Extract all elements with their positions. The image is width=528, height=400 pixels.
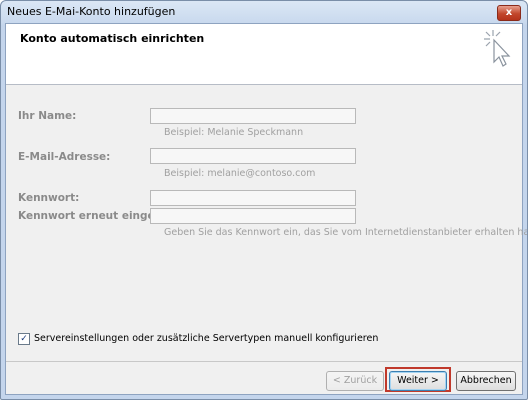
email-hint: Beispiel: melanie@contoso.com xyxy=(164,168,316,179)
email-input[interactable] xyxy=(150,148,356,164)
name-input[interactable] xyxy=(150,108,356,124)
close-button[interactable]: x xyxy=(497,5,521,21)
cursor-click-icon xyxy=(484,30,511,67)
name-label: Ihr Name: xyxy=(18,110,77,122)
dialog-body: Konto automatisch einrichten Ihr Name: B… xyxy=(5,23,527,395)
password-input[interactable] xyxy=(150,190,356,206)
back-button[interactable]: < Zurück xyxy=(326,371,384,391)
page-title: Konto automatisch einrichten xyxy=(20,32,205,45)
dialog-window: Neues E-Mai-Konto hinzufügen x Konto aut… xyxy=(0,0,528,400)
footer-divider xyxy=(6,361,522,362)
window-title: Neues E-Mai-Konto hinzufügen xyxy=(7,5,176,18)
name-hint: Beispiel: Melanie Speckmann xyxy=(164,127,304,138)
wizard-header: Konto automatisch einrichten xyxy=(6,24,522,85)
password-hint: Geben Sie das Kennwort ein, das Sie vom … xyxy=(164,227,528,238)
cancel-button[interactable]: Abbrechen xyxy=(456,371,516,391)
title-bar: Neues E-Mai-Konto hinzufügen x xyxy=(1,1,527,23)
manual-config-checkbox[interactable]: ✓ xyxy=(18,333,30,345)
password-repeat-input[interactable] xyxy=(150,208,356,224)
email-label: E-Mail-Adresse: xyxy=(18,151,111,163)
next-button[interactable]: Weiter > xyxy=(389,371,447,391)
manual-config-label: Servereinstellungen oder zusätzliche Ser… xyxy=(34,333,379,344)
password-label: Kennwort: xyxy=(18,192,80,204)
